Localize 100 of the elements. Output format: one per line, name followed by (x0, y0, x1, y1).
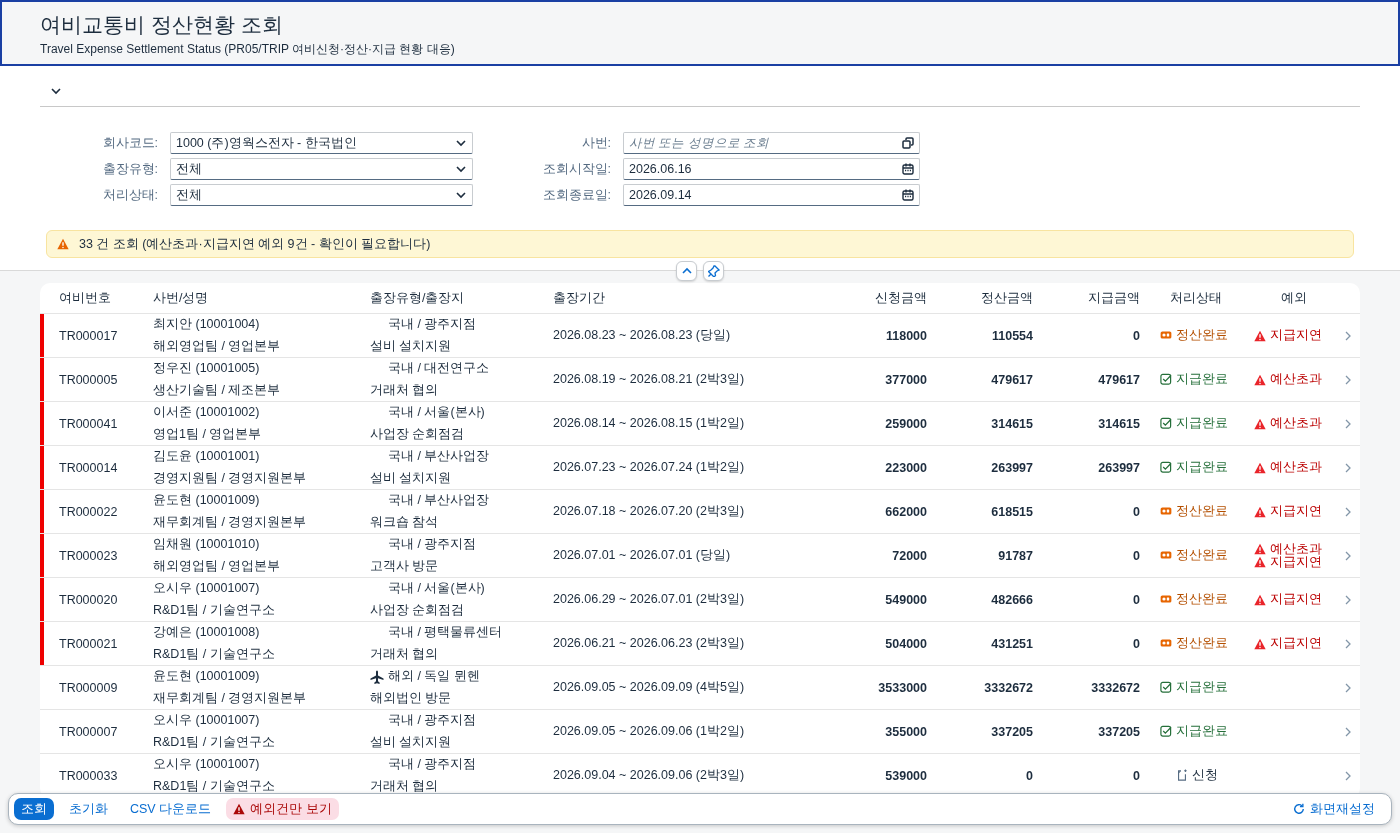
table-cell-text: 임채원 (10001010) (153, 536, 261, 553)
collapse-header-button[interactable] (676, 261, 697, 281)
table-cell-text: 618515 (990, 504, 1033, 519)
exception-label: 예산초과 (1254, 542, 1335, 556)
exception-label: 예산초과 (1254, 417, 1335, 430)
table-cell: 국내 / 부산사업장 (388, 492, 490, 509)
field-label: 출장유형: (101, 160, 158, 178)
table-cell-text: TR000009 (59, 680, 119, 695)
table-cell-text: 2026.08.19 ~ 2026.08.21 (2박3일) (553, 371, 746, 388)
field-label: 사번: (580, 134, 611, 152)
reset-button[interactable]: 화면재설정 (1286, 798, 1382, 820)
table-cell: 해외 / 독일 뮌헨 (388, 668, 480, 685)
pin-header-button[interactable] (703, 261, 724, 281)
table-cell-text: 해외영업팀 / 영업본부 (153, 338, 282, 355)
chevron-down-icon (455, 137, 467, 149)
status-label: 정산완료 (1160, 590, 1228, 608)
table-cell-text: 259000 (884, 416, 927, 431)
table-cell-text: 김도윤 (10001001) (153, 448, 261, 465)
warning-icon (1254, 417, 1266, 430)
table-cell-text: 0 (1132, 328, 1140, 343)
exception-label: 지급지연 (1254, 329, 1335, 342)
table-cell-text: TR000021 (59, 636, 119, 651)
column-header: 출장유형/출장지 (370, 289, 466, 307)
table-cell-text: 110554 (990, 328, 1033, 343)
table-cell-text: 3332672 (983, 680, 1033, 695)
table-cell: 국내 / 광주지점 (388, 712, 477, 729)
table-cell-text: 오시우 (10001007) (153, 756, 261, 773)
money-icon (1160, 505, 1172, 518)
table-cell-text: 91787 (997, 548, 1033, 563)
chevron-right-icon (1343, 417, 1352, 430)
status-label: 정산완료 (1160, 634, 1228, 652)
chevron-down-icon (455, 189, 467, 201)
toolbar-button[interactable]: 예외건만 보기 (226, 798, 339, 820)
table-cell-text: 2026.08.23 ~ 2026.08.23 (당일) (553, 327, 732, 344)
exception-label: 예산초과 (1254, 373, 1335, 386)
checkbox-icon (1160, 461, 1172, 474)
exception-label: 지급지연 (1254, 593, 1335, 606)
select-field[interactable]: 1000 (주)영웍스전자 - 한국법인 (170, 132, 473, 154)
table-cell-text: 2026.06.29 ~ 2026.07.01 (2박3일) (553, 591, 746, 608)
table-cell-text: 2026.09.05 ~ 2026.09.06 (1박2일) (553, 723, 746, 740)
field-label: 회사코드: (101, 134, 158, 152)
table-cell-text: 이서준 (10001002) (153, 404, 261, 421)
warning-icon (1254, 593, 1266, 606)
table-cell: 국내 / 광주지점 (388, 536, 477, 553)
table-cell-text: 오시우 (10001007) (153, 712, 261, 729)
table-cell: 국내 / 광주지점 (388, 316, 477, 333)
table-cell-text: 재무회계팀 / 경영지원본부 (153, 690, 308, 707)
column-header: 예외 (1279, 289, 1308, 307)
table-cell-text: 337205 (990, 724, 1033, 739)
table-cell-text: 0 (1132, 504, 1140, 519)
table-cell-text: 해외법인 방문 (370, 690, 453, 707)
input-field[interactable]: 2026.09.14 (623, 184, 920, 206)
table-cell-text: TR000007 (59, 724, 119, 739)
table-cell-text: 3533000 (877, 680, 927, 695)
chevron-right-icon (1343, 329, 1352, 342)
warning-icon (1254, 543, 1266, 555)
warning-icon (1254, 329, 1266, 342)
money-icon (1160, 593, 1172, 606)
table-cell-text: 설비 설치지원 (370, 338, 453, 355)
link-button[interactable]: 초기화 (62, 798, 115, 820)
chevron-right-icon (1343, 373, 1352, 386)
warning-icon (1254, 505, 1266, 518)
select-field[interactable]: 전체 (170, 158, 473, 180)
table-cell-text: 워크숍 참석 (370, 514, 440, 531)
toolbar-button[interactable]: 조회 (14, 798, 54, 820)
table-cell-text: 윤도현 (10001009) (153, 492, 261, 509)
table-cell-text: 0 (1132, 768, 1140, 783)
chevron-down-icon (50, 85, 62, 97)
table-cell-text: 최지안 (10001004) (153, 316, 261, 333)
table-cell-text: R&D1팀 / 기술연구소 (153, 734, 276, 751)
table-cell-text: 영업1팀 / 영업본부 (153, 426, 263, 443)
checkbox-icon (1160, 681, 1172, 694)
table-cell-text: 고객사 방문 (370, 558, 440, 575)
warning-icon (233, 803, 246, 815)
table-cell: 국내 / 평택물류센터 (388, 624, 503, 641)
table-cell-text: 431251 (990, 636, 1033, 651)
exception-label: 예산초과 (1254, 461, 1335, 474)
input-field[interactable]: 2026.06.16 (623, 158, 920, 180)
message-text: 33 건 조회 (예산초과·지급지연 예외 9건 - 확인이 필요합니다) (79, 235, 431, 253)
table-cell-text: 314615 (1097, 416, 1140, 431)
warning-icon (1254, 556, 1266, 568)
table-cell-text: TR000041 (59, 416, 119, 431)
select-field[interactable]: 전체 (170, 184, 473, 206)
exception-label: 지급지연 (1254, 555, 1335, 569)
input-field[interactable]: 사번 또는 성명으로 조회 (623, 132, 920, 154)
table-cell-text: 경영지원팀 / 경영지원본부 (153, 470, 308, 487)
table-cell: 국내 / 서울(본사) (388, 580, 485, 597)
table-cell-text: 재무회계팀 / 경영지원본부 (153, 514, 308, 531)
table-cell-text: 정우진 (10001005) (153, 360, 261, 377)
table-cell-text: R&D1팀 / 기술연구소 (153, 646, 276, 663)
table-cell-text: 314615 (990, 416, 1033, 431)
exception-label: 지급지연 (1254, 637, 1335, 650)
table-cell-text: R&D1팀 / 기술연구소 (153, 778, 276, 795)
column-header: 지급금액 (1087, 289, 1140, 307)
checkbox-icon (1160, 373, 1172, 386)
table-cell-text: 263997 (990, 460, 1033, 475)
status-label: 정산완료 (1160, 502, 1228, 520)
column-header: 정산금액 (980, 289, 1033, 307)
table-cell-text: R&D1팀 / 기술연구소 (153, 602, 276, 619)
link-button[interactable]: CSV 다운로드 (123, 798, 219, 820)
